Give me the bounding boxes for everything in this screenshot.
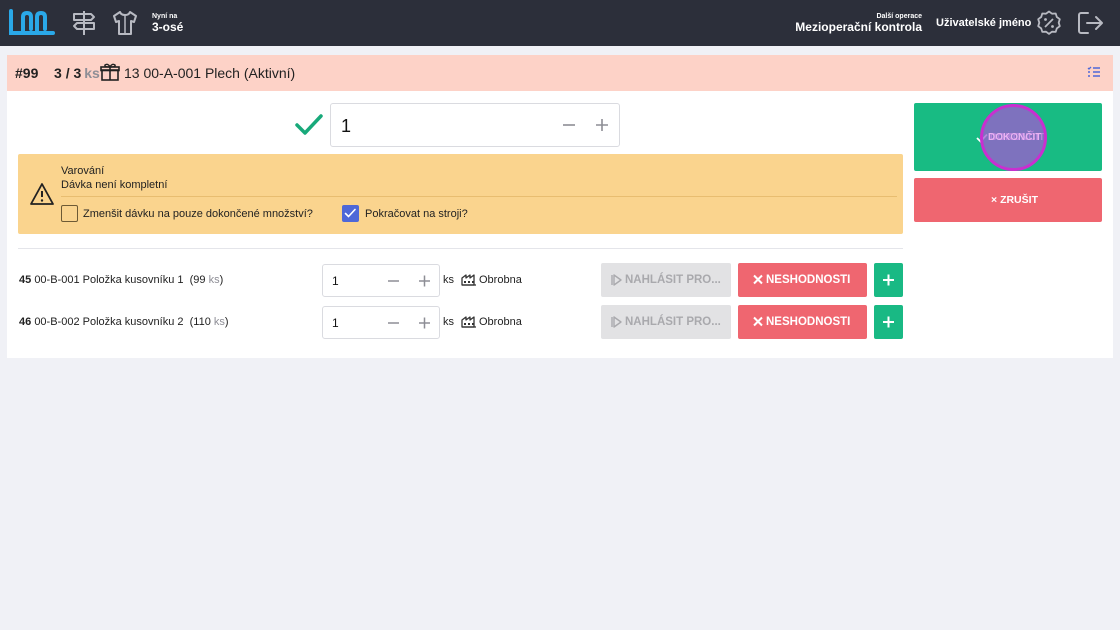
factory-icon	[461, 316, 476, 328]
report-button[interactable]: NAHLÁSIT PRO...	[601, 305, 731, 339]
next-operation: Další operace Mezioperační kontrola	[795, 13, 922, 33]
nonconformity-button[interactable]: NESHODNOSTI	[738, 305, 867, 339]
item-position: 45	[19, 274, 32, 286]
nonconformity-label: NESHODNOSTI	[766, 274, 851, 286]
item-unit: ks	[443, 274, 454, 286]
product-name: 13 00-A-001 Plech (Aktivní)	[124, 65, 296, 81]
item-stock-unit: ks	[208, 274, 220, 286]
nonconformity-label: NESHODNOSTI	[766, 316, 851, 328]
current-workstation: Nyní na 3-osé	[152, 13, 183, 33]
continue-machine-checkbox[interactable]	[342, 205, 359, 222]
minus-icon[interactable]	[387, 316, 400, 330]
qty-done: 3	[54, 65, 62, 81]
close-icon	[753, 316, 763, 327]
cancel-label: × ZRUŠIT	[991, 194, 1038, 206]
close-icon	[753, 274, 763, 285]
checkbox-check-icon	[344, 208, 356, 218]
item-quantity-value[interactable]: 1	[332, 274, 339, 288]
item-quantity-value[interactable]: 1	[332, 316, 339, 330]
item-workstation: Obrobna	[479, 274, 522, 286]
reduce-batch-checkbox[interactable]	[61, 205, 78, 222]
item-code: 00-B-002 Položka kusovníku 2	[34, 316, 184, 328]
plus-icon[interactable]	[418, 274, 431, 288]
warning-panel: Varování Dávka není kompletní Zmenšit dá…	[18, 154, 903, 234]
quantity-stepper[interactable]: 1	[330, 103, 620, 147]
add-button[interactable]	[874, 263, 903, 297]
continue-machine-label[interactable]: Pokračovat na stroji?	[365, 208, 468, 220]
top-bar: Nyní na 3-osé Další operace Mezioperační…	[0, 0, 1120, 46]
factory-icon	[461, 274, 476, 286]
now-value: 3-osé	[152, 20, 184, 34]
logout-icon[interactable]	[1077, 10, 1105, 36]
next-operation-value: Mezioperační kontrola	[795, 20, 922, 34]
cancel-label-text: ZRUŠIT	[1000, 194, 1038, 206]
nonconformity-button[interactable]: NESHODNOSTI	[738, 263, 867, 297]
quantity-value[interactable]: 1	[341, 116, 351, 137]
job-header: #99 3 / 3 ks 13 00-A-001 Plech (Aktivní)	[7, 55, 1113, 91]
warning-divider	[61, 196, 897, 197]
item-stock: 110	[193, 316, 211, 328]
item-unit: ks	[443, 316, 454, 328]
plus-icon[interactable]	[418, 316, 431, 330]
item-label: 45 00-B-001 Položka kusovníku 1 (99 ks)	[19, 274, 224, 286]
warning-icon	[30, 183, 54, 205]
username[interactable]: Uživatelské jméno	[936, 17, 1031, 29]
item-stock-unit: ks	[213, 316, 225, 328]
checklist-icon[interactable]	[1087, 66, 1101, 78]
signpost-icon[interactable]	[71, 9, 97, 37]
item-label: 46 00-B-002 Položka kusovníku 2 (110 ks)	[19, 316, 229, 328]
plus-icon	[883, 316, 894, 328]
item-quantity-stepper[interactable]: 1	[322, 306, 440, 339]
qty-unit: ks	[84, 65, 100, 81]
report-button[interactable]: NAHLÁSIT PRO...	[601, 263, 731, 297]
package-icon	[100, 63, 120, 81]
next-operation-label: Další operace	[876, 13, 922, 20]
order-number: #99	[15, 65, 39, 81]
item-code: 00-B-001 Položka kusovníku 1	[34, 274, 184, 286]
report-icon	[611, 274, 622, 286]
qty-separator: /	[65, 65, 70, 81]
check-icon	[295, 114, 323, 135]
item-stock: 99	[193, 274, 206, 286]
reduce-batch-label[interactable]: Zmenšit dávku na pouze dokončené množstv…	[83, 208, 313, 220]
now-label: Nyní na	[152, 13, 178, 20]
report-label: NAHLÁSIT PRO...	[625, 316, 721, 328]
item-quantity-stepper[interactable]: 1	[322, 264, 440, 297]
qty-total: 3	[73, 65, 82, 81]
batch-quantity: 3 / 3 ks	[54, 65, 100, 81]
percent-badge-icon[interactable]	[1036, 10, 1062, 36]
item-position: 46	[19, 316, 32, 328]
plus-icon[interactable]	[595, 117, 609, 133]
report-label: NAHLÁSIT PRO...	[625, 274, 721, 286]
shirt-icon[interactable]	[112, 9, 138, 37]
cancel-button[interactable]: × ZRUŠIT	[914, 178, 1102, 222]
add-button[interactable]	[874, 305, 903, 339]
report-icon	[611, 316, 622, 328]
divider	[18, 248, 903, 249]
warning-message: Dávka není kompletní	[61, 179, 168, 191]
finish-label-overlay: DOKONČIT	[988, 132, 1042, 143]
minus-icon[interactable]	[562, 117, 576, 133]
minus-icon[interactable]	[387, 274, 400, 288]
warning-title: Varování	[61, 165, 105, 177]
plus-icon	[883, 274, 894, 286]
item-workstation: Obrobna	[479, 316, 522, 328]
logo-icon[interactable]	[9, 8, 55, 38]
